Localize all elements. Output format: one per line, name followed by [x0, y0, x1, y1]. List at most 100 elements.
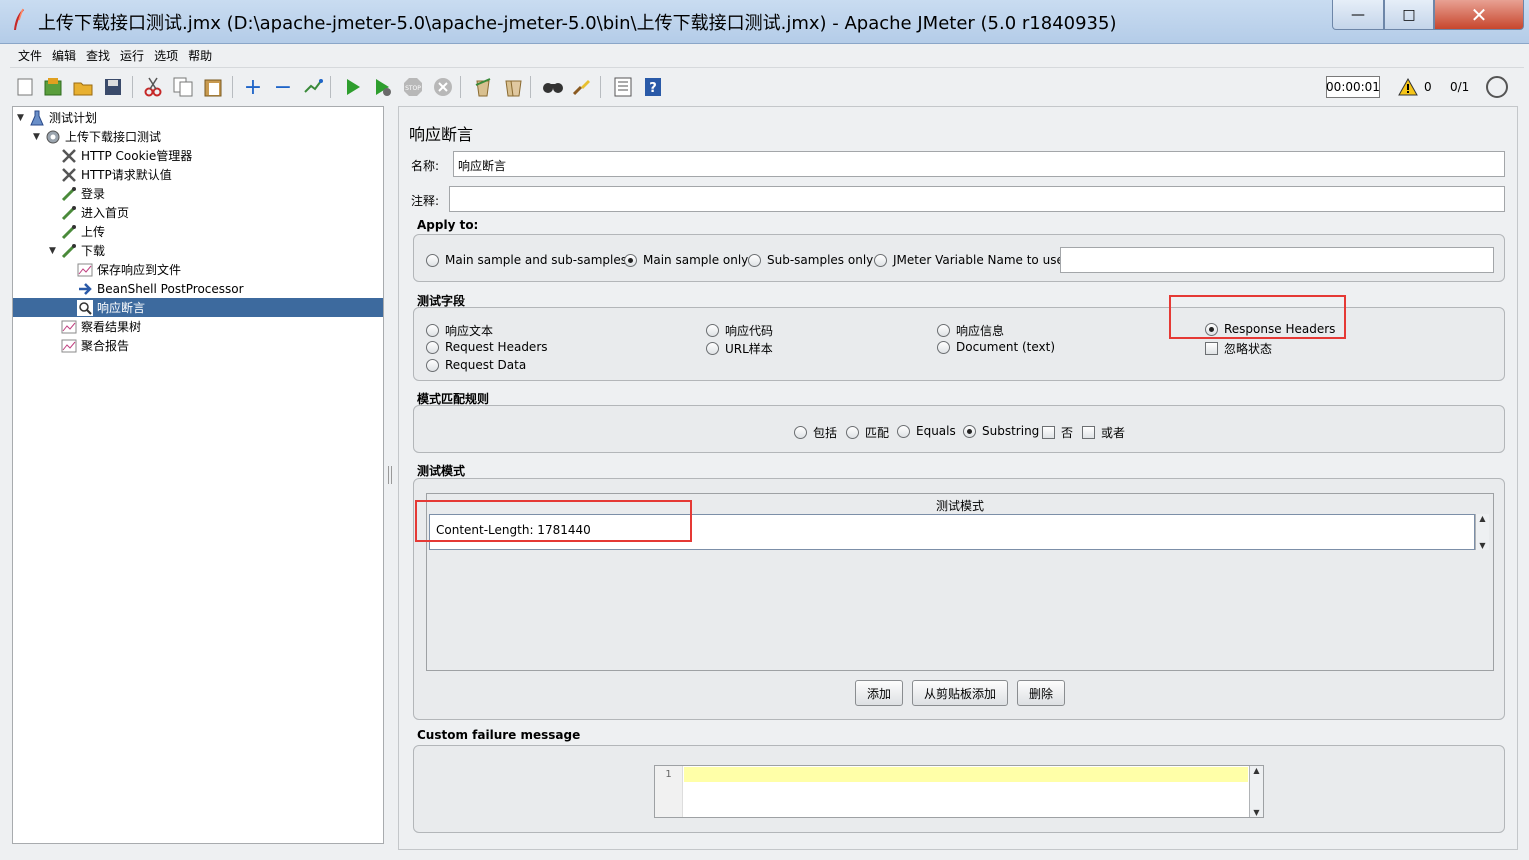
scroll-down-icon[interactable]: ▼ [1253, 808, 1259, 817]
help-icon[interactable]: ? [642, 76, 664, 98]
tree-item[interactable]: 察看结果树 [61, 317, 141, 336]
expand-icon[interactable]: + [242, 75, 264, 100]
collapse-toggle-icon[interactable]: ▼ [17, 113, 29, 123]
maximize-button[interactable]: □ [1384, 0, 1434, 30]
menu-options[interactable]: 选项 [154, 47, 178, 64]
scroll-down-icon[interactable]: ▼ [1479, 541, 1485, 550]
tree-item[interactable]: ▼ 下载 [49, 241, 105, 260]
radio-matches[interactable]: 匹配 [846, 424, 889, 441]
radio-main-only[interactable]: Main sample only [624, 253, 748, 267]
menu-run[interactable]: 运行 [120, 47, 144, 64]
highlight-box [1169, 295, 1346, 339]
radio-contains[interactable]: 包括 [794, 424, 837, 441]
clear-all-icon[interactable] [502, 76, 524, 98]
custom-failure-label: Custom failure message [417, 728, 581, 742]
jmeter-variable-field[interactable] [1060, 247, 1494, 273]
collapse-icon[interactable]: − [272, 75, 294, 100]
reset-search-icon[interactable] [570, 76, 592, 98]
shutdown-icon[interactable] [432, 76, 454, 98]
radio-equals[interactable]: Equals [897, 424, 956, 438]
tree-item[interactable]: 上传 [61, 222, 105, 241]
add-button[interactable]: 添加 [855, 680, 903, 706]
pattern-scrollbar[interactable]: ▲ ▼ [1475, 514, 1489, 550]
radio-button-icon [706, 342, 719, 355]
save-icon[interactable] [102, 76, 124, 98]
menu-edit[interactable]: 编辑 [52, 47, 76, 64]
line-number-gutter: 1 [655, 766, 683, 817]
search-icon[interactable] [542, 76, 564, 98]
apply-to-label: Apply to: [417, 218, 479, 232]
delete-button[interactable]: 删除 [1017, 680, 1065, 706]
checkbox-icon [1205, 342, 1218, 355]
elapsed-timer: 00:00:01 [1326, 76, 1380, 98]
tree-item[interactable]: BeanShell PostProcessor [77, 279, 244, 298]
radio-response-message[interactable]: 响应信息 [937, 322, 1004, 339]
radio-url-sample[interactable]: URL样本 [706, 340, 773, 357]
panel-title: 响应断言 [409, 125, 474, 144]
radio-document-text[interactable]: Document (text) [937, 340, 1055, 354]
active-threads: 0/1 [1450, 80, 1470, 94]
radio-button-icon [426, 253, 439, 267]
radio-jmeter-variable[interactable]: JMeter Variable Name to use [874, 253, 1064, 267]
tree-item[interactable]: HTTP Cookie管理器 [61, 146, 192, 165]
menu-help[interactable]: 帮助 [188, 47, 212, 64]
tree-item-selected[interactable]: 响应断言 [13, 298, 383, 317]
or-checkbox[interactable]: 或者 [1082, 424, 1125, 441]
clear-icon[interactable] [472, 76, 494, 98]
tree-item[interactable]: HTTP请求默认值 [61, 165, 172, 184]
radio-button-selected-icon [624, 253, 637, 267]
wrench-icon [61, 148, 77, 164]
new-icon[interactable] [14, 76, 36, 98]
custom-failure-editor[interactable]: 1 ▲ ▼ [654, 765, 1264, 818]
pipette-icon [61, 186, 77, 202]
radio-response-text[interactable]: 响应文本 [426, 322, 493, 339]
name-field[interactable]: 响应断言 [453, 151, 1505, 177]
radio-response-code[interactable]: 响应代码 [706, 322, 773, 339]
minimize-button[interactable]: — [1332, 0, 1384, 30]
current-line-highlight[interactable] [684, 767, 1248, 782]
radio-request-data[interactable]: Request Data [426, 358, 526, 372]
tree-item[interactable]: 聚合报告 [61, 336, 129, 355]
tree-item[interactable]: ▼ 上传下载接口测试 [33, 127, 161, 146]
warning-counter[interactable]: 0 [1398, 78, 1432, 96]
collapse-toggle-icon[interactable]: ▼ [49, 246, 61, 256]
open-icon[interactable] [72, 76, 94, 98]
radio-button-icon [874, 253, 887, 267]
scroll-up-icon[interactable]: ▲ [1479, 514, 1485, 523]
radio-button-icon [937, 324, 950, 337]
menu-search[interactable]: 查找 [86, 47, 110, 64]
collapse-toggle-icon[interactable]: ▼ [33, 132, 45, 142]
radio-sub-only[interactable]: Sub-samples only [748, 253, 873, 267]
split-pane-divider[interactable] [388, 466, 392, 484]
paste-icon[interactable] [202, 76, 224, 98]
stop-icon[interactable]: STOP [402, 76, 424, 98]
ignore-status-checkbox[interactable]: 忽略状态 [1205, 340, 1272, 357]
apply-to-group: Main sample and sub-samples Main sample … [413, 234, 1505, 282]
radio-request-headers[interactable]: Request Headers [426, 340, 548, 354]
cut-icon[interactable] [142, 76, 164, 98]
editor-scrollbar[interactable]: ▲ ▼ [1249, 766, 1263, 817]
close-button[interactable]: ✕ [1434, 0, 1524, 30]
toggle-icon[interactable] [302, 76, 324, 98]
copy-icon[interactable] [172, 76, 194, 98]
custom-failure-group: 1 ▲ ▼ [413, 745, 1505, 833]
not-checkbox[interactable]: 否 [1042, 424, 1073, 441]
function-helper-icon[interactable] [612, 76, 634, 98]
warning-count: 0 [1424, 80, 1432, 94]
add-from-clipboard-button[interactable]: 从剪贴板添加 [912, 680, 1008, 706]
templates-icon[interactable] [42, 76, 64, 98]
tree-item[interactable]: 保存响应到文件 [77, 260, 181, 279]
comment-field[interactable] [449, 186, 1505, 212]
radio-substring[interactable]: Substring [963, 424, 1039, 438]
patterns-label: 测试模式 [417, 464, 466, 478]
radio-main-and-sub[interactable]: Main sample and sub-samples [426, 253, 627, 267]
radio-button-icon [426, 324, 439, 337]
tree-item[interactable]: 进入首页 [61, 203, 129, 222]
remote-status-icon[interactable] [1486, 76, 1508, 98]
scroll-up-icon[interactable]: ▲ [1253, 766, 1259, 775]
start-icon[interactable] [342, 76, 364, 98]
tree-item[interactable]: 登录 [61, 184, 105, 203]
start-no-pauses-icon[interactable] [372, 76, 394, 98]
menu-file[interactable]: 文件 [18, 47, 42, 64]
tree-item[interactable]: ▼ 测试计划 [17, 108, 97, 127]
